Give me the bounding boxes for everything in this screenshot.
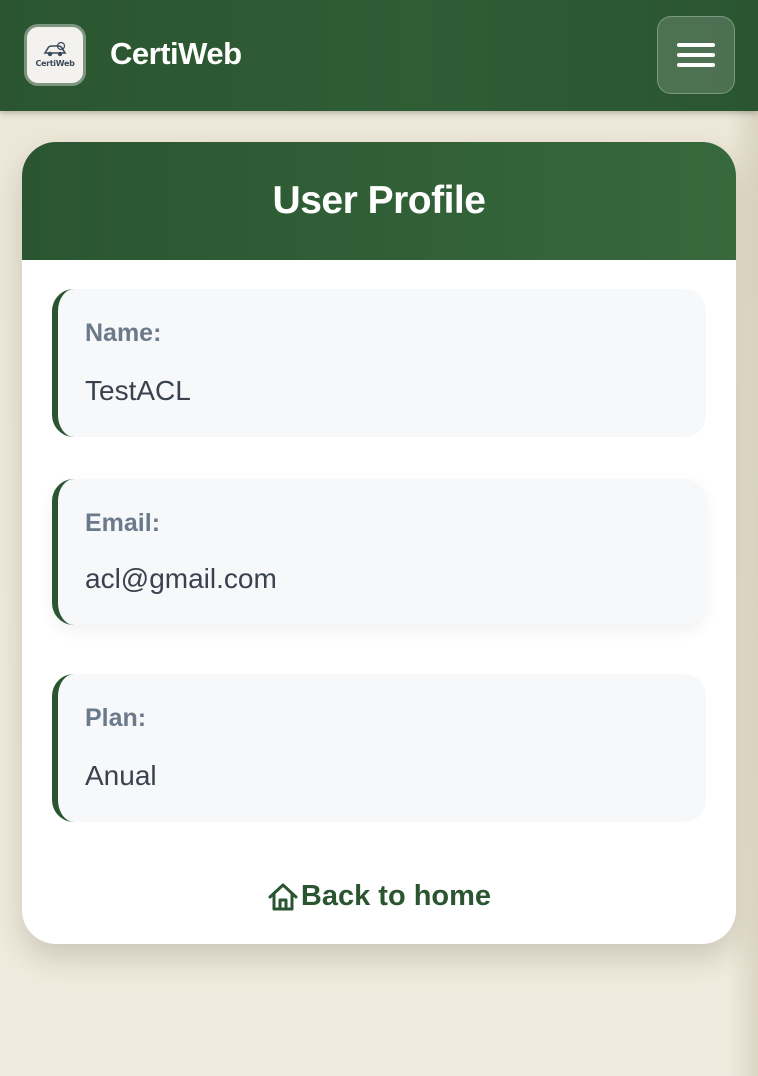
profile-card: User Profile Name: TestACL Email: acl@gm… [22, 142, 736, 944]
page-title: User Profile [272, 179, 486, 222]
profile-card-header: User Profile [22, 142, 736, 260]
plan-label: Plan: [85, 704, 147, 732]
brand-name[interactable]: CertiWeb [110, 36, 242, 72]
back-to-home-link[interactable]: Back to home [22, 880, 736, 913]
name-value: TestACL [85, 375, 191, 406]
back-to-home-label: Back to home [300, 880, 492, 912]
menu-toggle-button[interactable] [657, 16, 735, 94]
email-value: acl@gmail.com [85, 563, 277, 594]
logo-text: CertiWeb [35, 59, 75, 68]
plan-value: Anual [85, 760, 157, 791]
email-label: Email: [85, 509, 161, 537]
name-label: Name: [85, 319, 162, 347]
top-navbar: CertiWeb CertiWeb [0, 0, 758, 111]
name-field: Name: TestACL [52, 289, 706, 437]
hamburger-menu-icon [677, 37, 715, 73]
car-logo-icon [43, 42, 67, 57]
email-field: Email: acl@gmail.com [52, 479, 706, 625]
plan-field: Plan: Anual [52, 674, 706, 822]
app-logo[interactable]: CertiWeb [24, 24, 86, 86]
home-icon [268, 883, 298, 910]
